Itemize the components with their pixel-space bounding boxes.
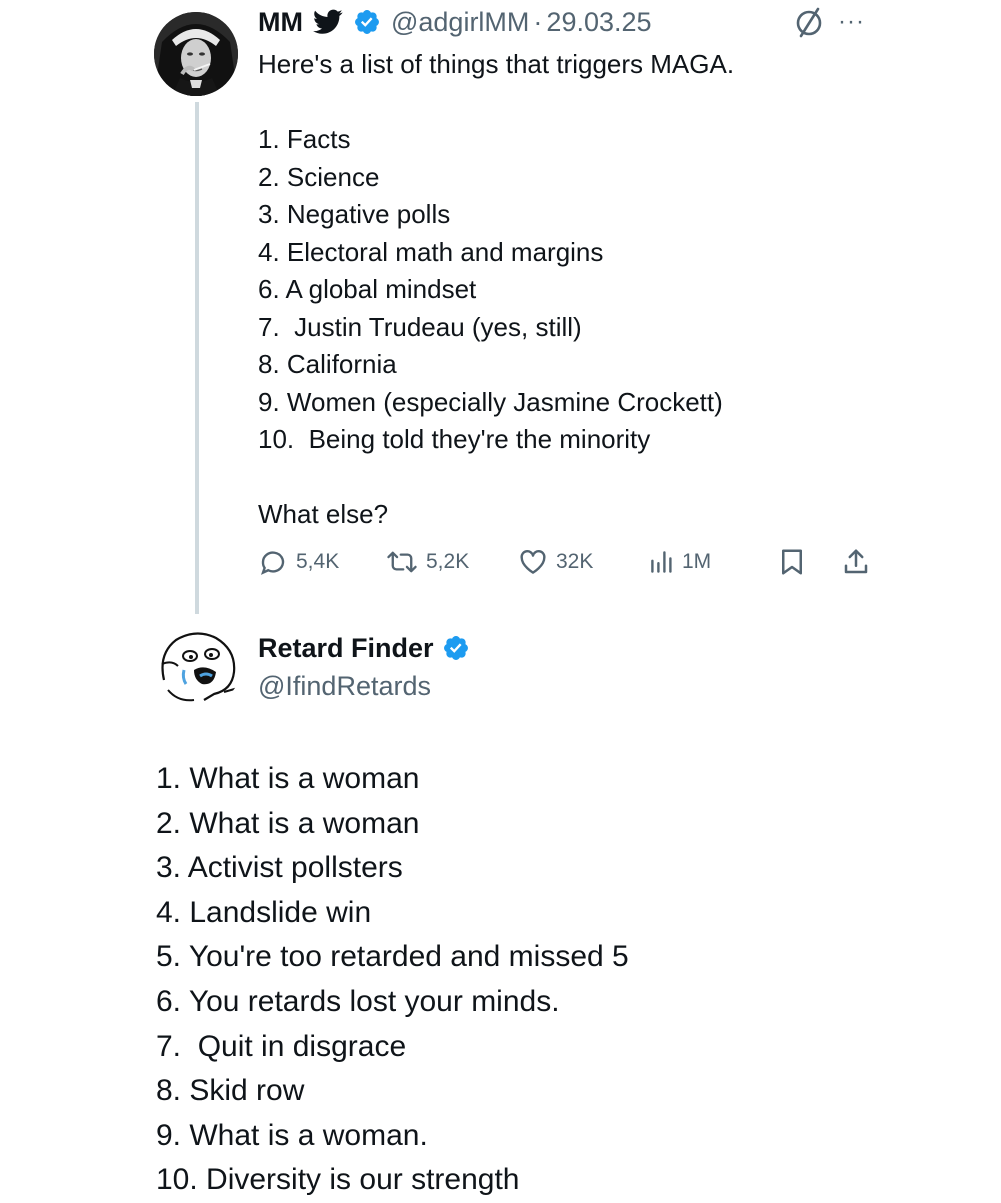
heart-icon xyxy=(520,549,546,574)
list-item: 6. You retards lost your minds. xyxy=(156,984,560,1018)
bird-icon xyxy=(312,9,343,35)
list-item: 8. Skid row xyxy=(156,1074,305,1108)
list-item: 2. What is a woman xyxy=(156,806,420,840)
bookmark-icon xyxy=(782,549,802,575)
list-item: 2. Science xyxy=(258,161,380,192)
list-item: 9. What is a woman. xyxy=(156,1118,428,1152)
share-button[interactable] xyxy=(842,544,870,580)
more-options-icon[interactable]: ··· xyxy=(838,10,865,34)
list-item: 7. Justin Trudeau (yes, still) xyxy=(258,311,582,342)
list-item: 4. Landslide win xyxy=(156,895,372,929)
list-item: 1. Facts xyxy=(258,124,351,154)
avatar[interactable] xyxy=(154,620,242,708)
bookmark-button[interactable] xyxy=(778,544,806,580)
list-item: 8. California xyxy=(258,349,397,379)
like-count: 32K xyxy=(556,550,594,573)
like-button[interactable]: 32K xyxy=(518,544,593,580)
author-name[interactable]: Retard Finder xyxy=(258,633,434,664)
tweet-tools: ··· xyxy=(792,6,865,38)
tweet-header: MM @adgirlMM · 29.03.25 xyxy=(258,4,652,40)
repost-button[interactable]: 5,2K xyxy=(386,544,469,580)
tweet-text: 1. What is a woman 2. What is a woman 3.… xyxy=(156,757,629,1203)
view-count: 1M xyxy=(682,550,712,573)
share-upload-icon xyxy=(844,549,868,574)
tweet-actions: 5,4K 5,2K 32K 1M xyxy=(258,544,878,580)
list-item: 3. Activist pollsters xyxy=(156,851,403,885)
tweet-closing: What else? xyxy=(258,499,389,529)
avatar[interactable] xyxy=(154,12,238,96)
tweet-list: 1. What is a woman 2. What is a woman 3.… xyxy=(156,757,629,1203)
author-name[interactable]: MM xyxy=(258,7,303,38)
repost-arrows-icon xyxy=(387,551,417,573)
repost-count: 5,2K xyxy=(426,550,470,573)
reply-count: 5,4K xyxy=(296,550,340,573)
tweet-text: Here's a list of things that triggers MA… xyxy=(258,46,898,534)
thread-line xyxy=(195,102,199,614)
author-handle[interactable]: @adgirlMM xyxy=(391,7,529,38)
bar-chart-icon xyxy=(651,551,672,573)
list-item: 7. Quit in disgrace xyxy=(156,1029,407,1063)
tweet-intro: Here's a list of things that triggers MA… xyxy=(258,49,735,79)
list-item: 1. What is a woman xyxy=(156,762,420,795)
list-item: 6. A global mindset xyxy=(258,274,477,304)
verified-badge-icon xyxy=(353,8,381,36)
tweet-header: Retard Finder xyxy=(258,628,470,668)
list-item: 10. Diversity is our strength xyxy=(156,1163,520,1197)
list-item: 9. Women (especially Jasmine Crockett) xyxy=(258,386,723,417)
list-item: 4. Electoral math and margins xyxy=(258,236,604,267)
views-button[interactable]: 1M xyxy=(650,544,711,580)
verified-badge-icon xyxy=(442,634,470,662)
speech-bubble-icon xyxy=(260,551,285,575)
avatar-cartoon-face xyxy=(154,620,242,708)
separator-dot: · xyxy=(533,6,543,37)
tweet-date[interactable]: 29.03.25 xyxy=(546,7,651,38)
list-item: 10. Being told they're the minority xyxy=(258,424,651,454)
reply-button[interactable]: 5,4K xyxy=(258,544,339,580)
list-item: 3. Negative polls xyxy=(258,199,451,229)
list-item: 5. You're too retarded and missed 5 xyxy=(156,940,629,974)
avatar-nun-photo xyxy=(154,12,238,96)
circle-slash-icon[interactable] xyxy=(792,5,826,39)
tweet-list: 1. Facts 2. Science 3. Negative polls 4.… xyxy=(258,121,898,459)
author-handle[interactable]: @IfindRetards xyxy=(258,666,431,706)
